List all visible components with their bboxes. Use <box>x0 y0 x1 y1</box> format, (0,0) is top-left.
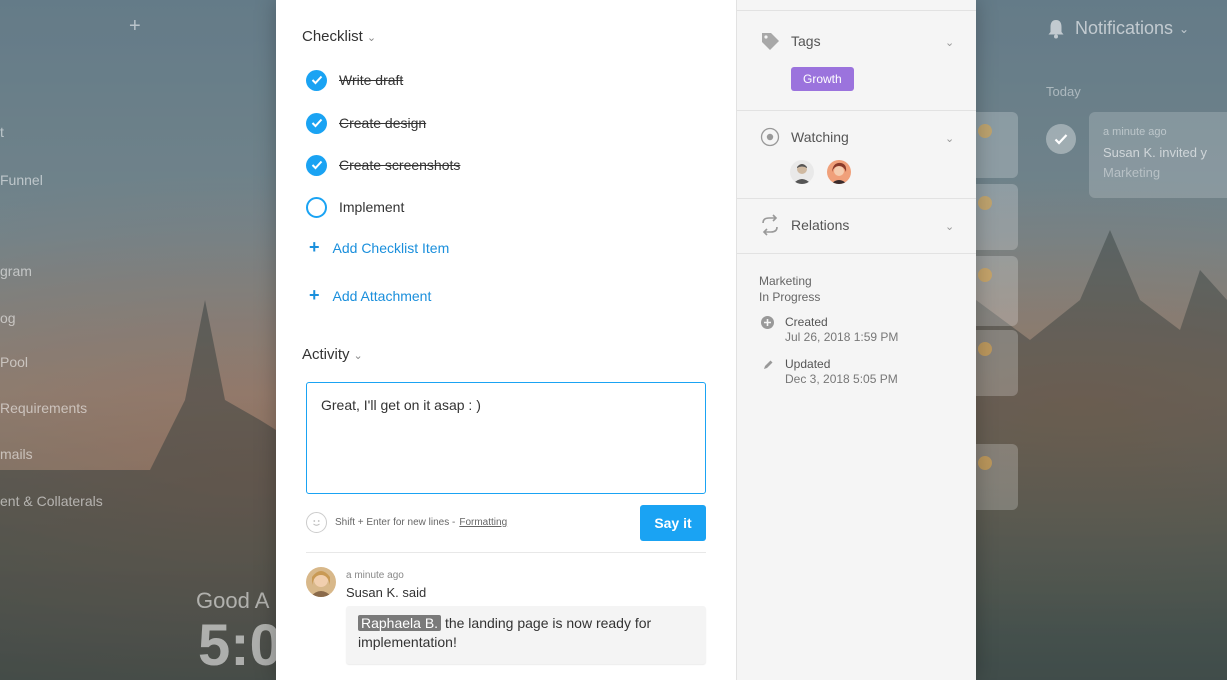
activity-title: Activity <box>302 346 350 363</box>
checklist-item-label: Create design <box>339 115 427 131</box>
relations-icon <box>759 214 781 236</box>
checklist-title: Checklist <box>302 28 363 45</box>
comment-icon <box>978 456 992 470</box>
app-sidebar: + t Funnel gram og Pool Requirements mai… <box>0 0 282 680</box>
notifications-title: Notifications <box>1075 18 1174 38</box>
checklist-item[interactable]: Write draft <box>306 68 403 92</box>
chevron-down-icon[interactable]: ⌄ <box>945 36 954 49</box>
checked-icon[interactable] <box>306 154 327 176</box>
say-it-button[interactable]: Say it <box>640 505 706 541</box>
plus-icon: + <box>309 285 320 305</box>
comment-time: a minute ago <box>346 570 404 581</box>
add-project-button[interactable]: + <box>129 15 141 38</box>
eye-icon <box>759 126 781 148</box>
add-attachment-button[interactable]: + Add Attachment <box>309 285 431 306</box>
watching-label: Watching <box>791 129 849 145</box>
relations-section: Relations ⌄ <box>737 198 976 254</box>
checked-icon[interactable] <box>306 112 327 134</box>
pencil-icon <box>761 358 774 371</box>
notifications-header[interactable]: Notifications ⌄ <box>1047 18 1189 39</box>
add-checklist-item-button[interactable]: + Add Checklist Item <box>309 237 449 258</box>
checklist-item[interactable]: Implement <box>306 195 404 219</box>
comment-author: Susan K. said <box>346 585 427 600</box>
plus-icon: + <box>309 237 320 257</box>
sidebar-item[interactable]: ent & Collaterals <box>0 493 103 509</box>
tags-header[interactable]: Tags <box>759 30 821 52</box>
background-card <box>976 256 1018 326</box>
watching-section: Watching ⌄ <box>737 110 976 199</box>
notification-time: a minute ago <box>1103 126 1167 138</box>
sidebar-item[interactable]: Requirements <box>0 400 87 416</box>
avatar[interactable] <box>790 160 814 184</box>
chevron-down-icon: ⌄ <box>366 32 377 44</box>
bell-icon <box>1048 19 1064 38</box>
add-checklist-item-label: Add Checklist Item <box>332 239 450 256</box>
checklist-item-label: Implement <box>339 199 405 215</box>
checklist-header[interactable]: Checklist ⌄ <box>302 28 376 45</box>
notification-project: Marketing <box>1103 165 1161 180</box>
project-name[interactable]: Marketing <box>759 274 812 288</box>
hint-text: Shift + Enter for new lines - <box>335 517 456 528</box>
unchecked-icon[interactable] <box>306 196 327 218</box>
background-card <box>976 112 1018 178</box>
comment-icon <box>978 196 992 210</box>
tags-section: Tags ⌄ Growth <box>737 10 976 111</box>
task-detail-modal: Checklist ⌄ Write draft Create design Cre… <box>276 0 976 680</box>
comment-bubble: Raphaela B. the landing page is now read… <box>346 606 706 664</box>
updated-label: Updated <box>785 357 831 371</box>
comment-hint: Shift + Enter for new lines - Formatting <box>306 512 507 533</box>
background-card <box>976 184 1018 250</box>
sidebar-item[interactable]: mails <box>0 446 33 462</box>
checklist-item[interactable]: Create screenshots <box>306 153 460 177</box>
activity-header[interactable]: Activity ⌄ <box>302 346 363 363</box>
check-icon <box>1046 124 1076 154</box>
checked-icon[interactable] <box>306 69 327 91</box>
formatting-link[interactable]: Formatting <box>459 517 507 528</box>
tag-badge[interactable]: Growth <box>791 67 854 91</box>
checklist-item[interactable]: Create design <box>306 111 426 135</box>
notification-text: Susan K. invited y <box>1103 145 1208 160</box>
avatar[interactable] <box>306 567 336 597</box>
sidebar-item[interactable]: t <box>0 124 4 140</box>
sidebar-item[interactable]: Pool <box>0 354 28 370</box>
chevron-down-icon: ⌄ <box>1179 21 1190 36</box>
chevron-down-icon[interactable]: ⌄ <box>945 220 954 233</box>
updated-date: Dec 3, 2018 5:05 PM <box>785 372 898 386</box>
created-date: Jul 26, 2018 1:59 PM <box>785 330 899 344</box>
background-card <box>976 330 1018 396</box>
task-status: In Progress <box>759 290 821 304</box>
notifications-today-label: Today <box>1046 84 1081 99</box>
comment-icon <box>978 342 992 356</box>
task-main-column: Checklist ⌄ Write draft Create design Cre… <box>276 0 736 680</box>
checklist-item-label: Create screenshots <box>339 157 461 173</box>
chevron-down-icon[interactable]: ⌄ <box>945 132 954 145</box>
comment-icon <box>978 268 992 282</box>
tags-label: Tags <box>791 33 821 49</box>
add-attachment-label: Add Attachment <box>332 287 432 304</box>
sidebar-item[interactable]: Funnel <box>0 172 43 188</box>
relations-header[interactable]: Relations <box>759 214 849 236</box>
chevron-down-icon: ⌄ <box>353 350 363 362</box>
comment-input[interactable]: Great, I'll get on it asap : ) <box>306 382 706 494</box>
user-mention[interactable]: Raphaela B. <box>358 615 442 631</box>
divider <box>306 552 706 553</box>
watching-header[interactable]: Watching <box>759 126 849 148</box>
sidebar-item[interactable]: gram <box>0 263 32 279</box>
sidebar-item[interactable]: og <box>0 310 16 326</box>
greeting-text: Good A <box>196 588 270 613</box>
clock-text: 5:0 <box>198 613 282 678</box>
task-side-panel: Tags ⌄ Growth Watching ⌄ Relations ⌄ Mar… <box>736 0 976 680</box>
checklist-item-label: Write draft <box>339 72 404 88</box>
background-card <box>976 444 1018 510</box>
tag-icon <box>759 30 781 52</box>
comment-icon <box>978 124 992 138</box>
emoji-icon[interactable] <box>306 512 327 533</box>
avatar[interactable] <box>827 160 851 184</box>
plus-circle-icon <box>761 316 774 329</box>
created-label: Created <box>785 315 828 329</box>
relations-label: Relations <box>791 217 850 233</box>
